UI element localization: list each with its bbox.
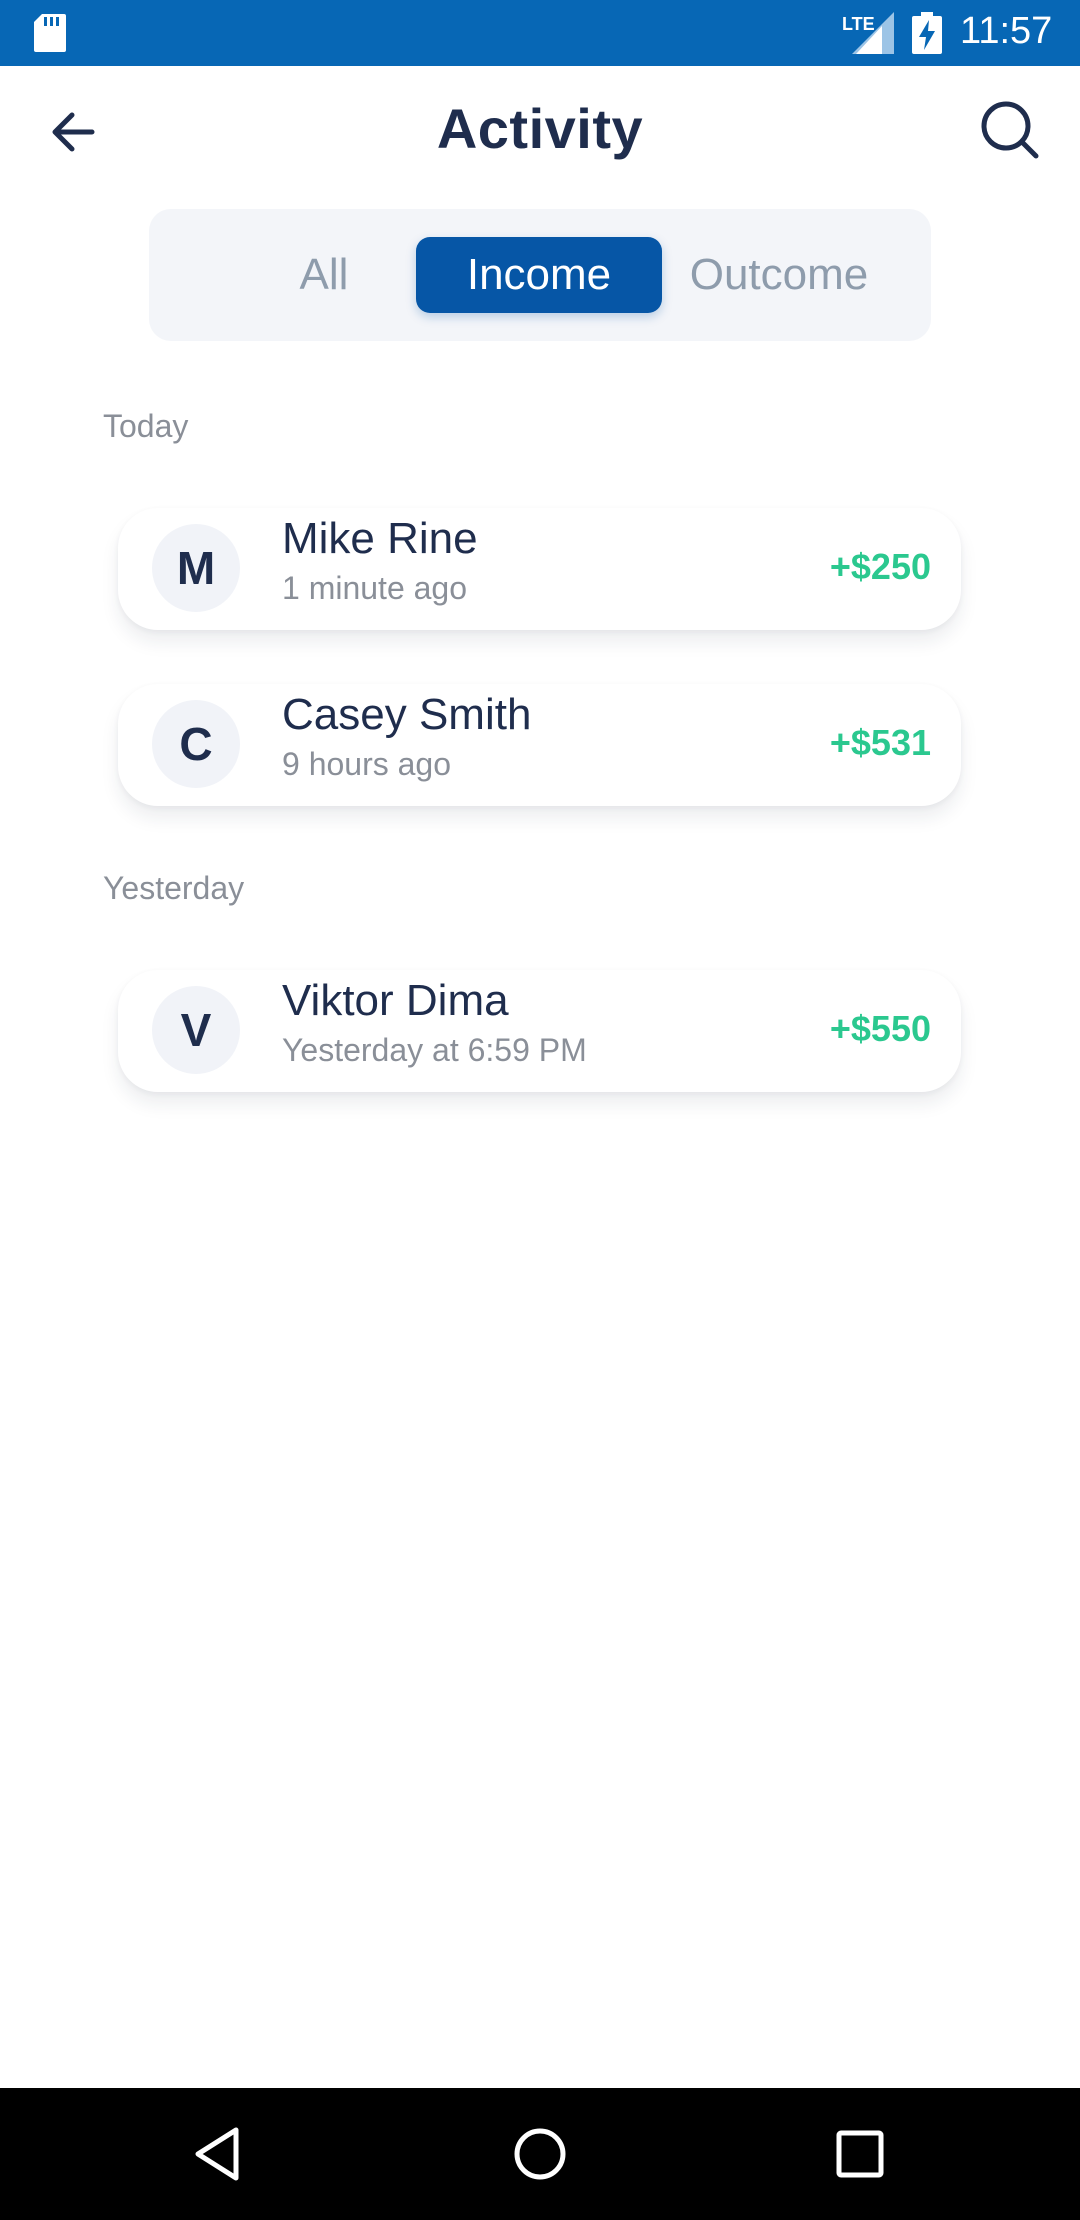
nav-recents-icon[interactable] xyxy=(828,2122,892,2186)
tab-income[interactable]: Income xyxy=(416,237,662,313)
transaction-card[interactable]: C Casey Smith 9 hours ago +$531 xyxy=(118,684,961,806)
transaction-time: 1 minute ago xyxy=(282,570,468,606)
transaction-card[interactable]: M Mike Rine 1 minute ago +$250 xyxy=(118,508,961,630)
transaction-amount: +$531 xyxy=(829,722,931,763)
nav-home-icon[interactable] xyxy=(508,2122,572,2186)
clock: 11:57 xyxy=(960,10,1053,52)
transaction-card[interactable]: V Viktor Dima Yesterday at 6:59 PM +$550 xyxy=(118,970,961,1092)
system-nav-bar xyxy=(0,2088,1080,2220)
tab-outcome[interactable]: Outcome xyxy=(679,237,879,313)
search-icon[interactable] xyxy=(978,98,1042,162)
battery-charging-icon xyxy=(912,12,942,54)
transaction-name: Mike Rine xyxy=(282,514,478,563)
transaction-amount: +$250 xyxy=(829,546,931,587)
transaction-time: 9 hours ago xyxy=(282,746,452,782)
avatar: M xyxy=(152,524,240,612)
signal-icon xyxy=(852,12,894,54)
transaction-time: Yesterday at 6:59 PM xyxy=(282,1032,587,1068)
section-label-today: Today xyxy=(103,408,189,444)
avatar: V xyxy=(152,986,240,1074)
filter-tabs: All Income Outcome xyxy=(149,209,931,341)
status-bar: LTE 11:57 xyxy=(0,0,1080,66)
page-title: Activity xyxy=(436,97,644,160)
transaction-amount: +$550 xyxy=(829,1008,931,1049)
transaction-name: Viktor Dima xyxy=(282,976,509,1025)
app-header: Activity xyxy=(0,66,1080,196)
avatar: C xyxy=(152,700,240,788)
transaction-name: Casey Smith xyxy=(282,690,532,739)
nav-back-icon[interactable] xyxy=(188,2122,252,2186)
sd-card-icon xyxy=(34,14,66,52)
tab-all[interactable]: All xyxy=(269,237,379,313)
section-label-yesterday: Yesterday xyxy=(103,870,245,906)
